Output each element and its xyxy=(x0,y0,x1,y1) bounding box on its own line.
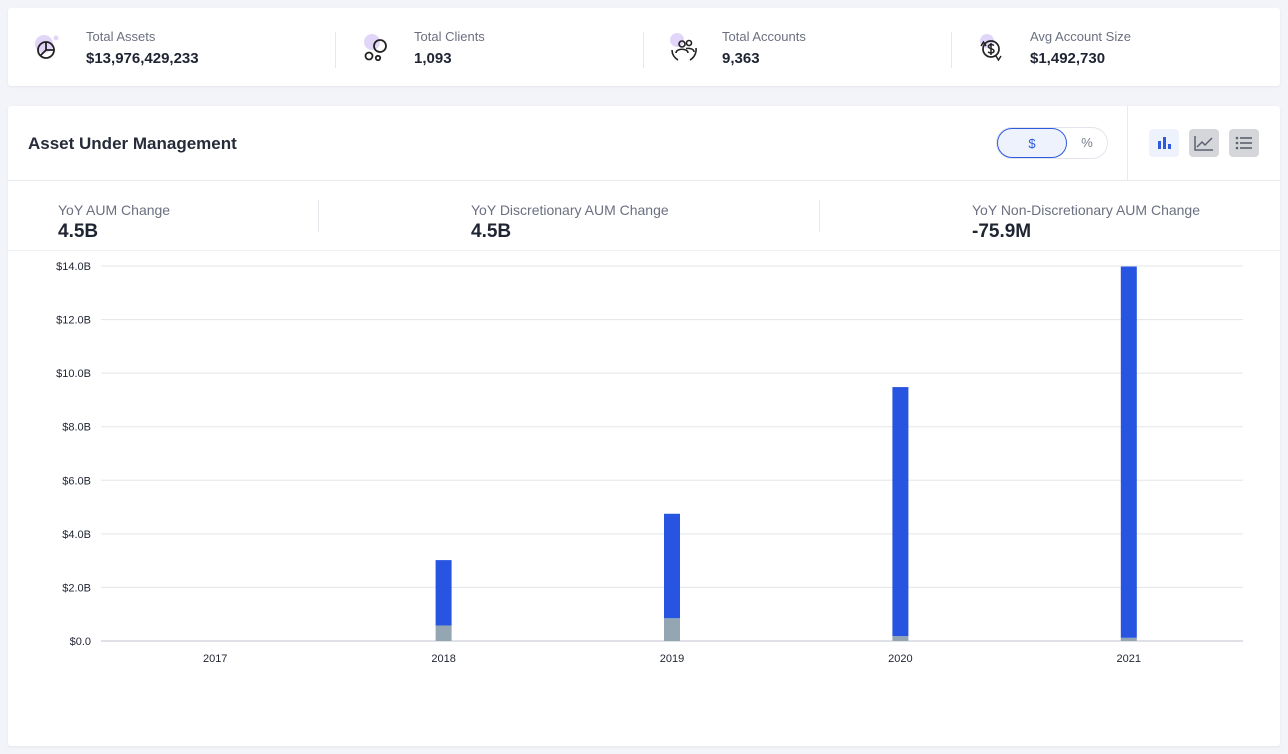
stat-value: 9,363 xyxy=(722,50,760,67)
aum-card: Asset Under Management $ % YoY AUM Chang… xyxy=(8,106,1280,746)
stat-divider xyxy=(335,32,336,68)
stat-label: Total Clients xyxy=(414,29,485,44)
dollar-cycle-icon xyxy=(976,32,1008,64)
stat-divider xyxy=(643,32,644,68)
aum-title: Asset Under Management xyxy=(28,134,237,153)
stat-value: 1,093 xyxy=(414,50,452,67)
stat-value: $1,492,730 xyxy=(1030,50,1106,67)
currency-percent-toggle[interactable]: $ % xyxy=(996,127,1108,159)
stat-divider xyxy=(951,32,952,68)
metric-divider xyxy=(819,200,820,232)
metric-label: YoY Non-Discretionary AUM Change xyxy=(972,202,1201,218)
list-view-button[interactable] xyxy=(1229,129,1259,157)
metric-value: 4.5B xyxy=(58,221,99,242)
metric-yoy-non-discretionary-change: YoY Non-Discretionary AUM Change -75.9M xyxy=(972,202,1200,243)
header-divider xyxy=(1127,106,1128,180)
header-separator xyxy=(8,180,1280,181)
list-icon xyxy=(1235,136,1252,150)
stat-value: $13,976,429,233 xyxy=(86,50,199,67)
accounts-icon xyxy=(668,32,700,64)
stat-label: Total Accounts xyxy=(722,29,806,44)
line-chart-icon xyxy=(1194,136,1213,151)
bar-chart-icon xyxy=(1158,137,1171,149)
metric-label: YoY AUM Change xyxy=(58,202,171,218)
pie-chart-icon xyxy=(32,32,64,64)
metrics-separator xyxy=(8,250,1280,251)
metric-value: -75.9M xyxy=(972,221,1032,242)
metric-label: YoY Discretionary AUM Change xyxy=(471,202,669,218)
metric-value: 4.5B xyxy=(471,221,512,242)
stat-label: Total Assets xyxy=(86,29,156,44)
metric-divider xyxy=(318,200,319,232)
clients-icon xyxy=(360,32,392,64)
line-chart-view-button[interactable] xyxy=(1189,129,1219,157)
metric-yoy-aum-change: YoY AUM Change 4.5B xyxy=(58,202,170,243)
toggle-percent[interactable]: % xyxy=(1067,128,1107,158)
bar-chart-view-button[interactable] xyxy=(1149,129,1179,157)
toggle-dollar[interactable]: $ xyxy=(997,128,1067,158)
stat-label: Avg Account Size xyxy=(1030,29,1131,44)
metric-yoy-discretionary-change: YoY Discretionary AUM Change 4.5B xyxy=(471,202,669,243)
summary-stats-card: Total Assets $13,976,429,233 Total Clien… xyxy=(8,8,1280,86)
